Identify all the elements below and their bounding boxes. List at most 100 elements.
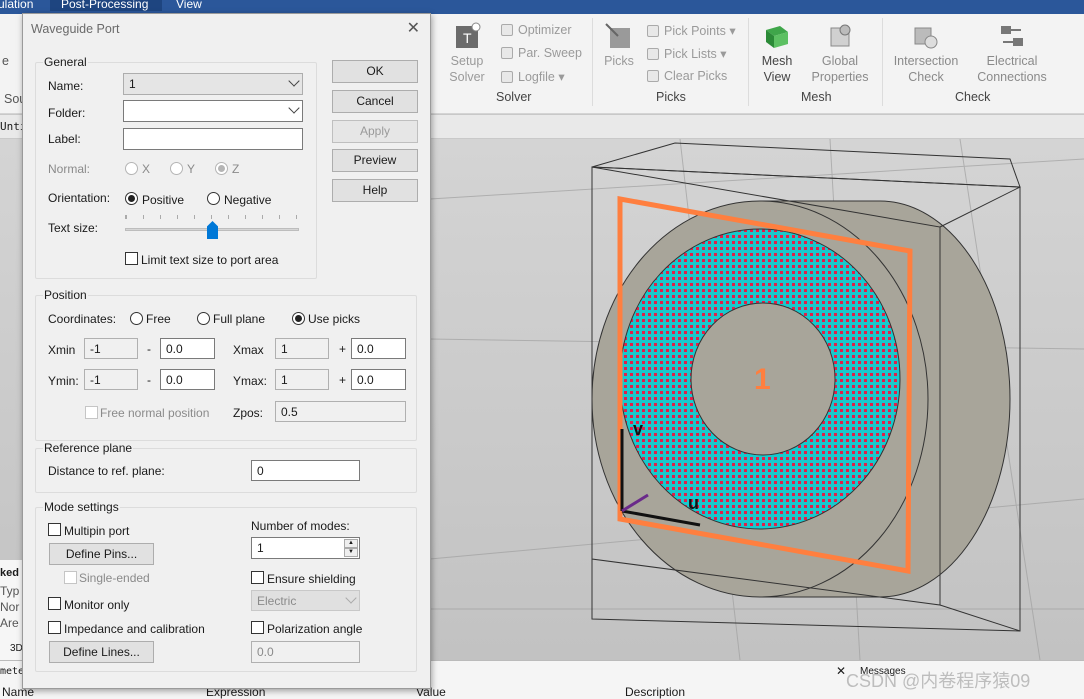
use-picks-label: Use picks <box>308 312 361 326</box>
tab-3d[interactable]: 3D <box>10 643 23 654</box>
define-lines-button[interactable]: Define Lines... <box>49 641 154 663</box>
xmin-label: Xmin <box>48 343 76 357</box>
define-pins-button[interactable]: Define Pins... <box>49 543 154 565</box>
port-number-label: 1 <box>754 363 771 396</box>
multipin-checkbox[interactable] <box>48 523 61 536</box>
minus-sign: - <box>147 373 151 387</box>
par-sweep-icon <box>501 47 513 59</box>
full-plane-radio[interactable] <box>197 312 210 325</box>
picks-icon <box>605 23 630 48</box>
ok-button[interactable]: OK <box>332 60 418 83</box>
label-label: Label: <box>48 132 81 146</box>
pick-points-button[interactable]: Pick Points ▾ <box>647 23 736 38</box>
limit-text-checkbox[interactable] <box>125 252 138 265</box>
close-icon[interactable]: ✕ <box>407 18 420 38</box>
tab-simulation[interactable]: ulation <box>0 0 33 11</box>
normal-y-label: Y <box>187 162 196 176</box>
clear-picks-button[interactable]: Clear Picks <box>647 69 727 83</box>
optimizer-button[interactable]: Optimizer <box>501 23 571 37</box>
xmin-field: -1 <box>84 338 138 359</box>
electrical-connections-button[interactable]: Electrical Connections <box>966 22 1058 85</box>
name-dropdown[interactable]: 1 <box>123 73 303 95</box>
svg-text:T: T <box>463 30 472 46</box>
text-size-slider-thumb[interactable] <box>207 221 218 239</box>
mesh-view-icon <box>766 26 788 48</box>
waveguide-port-dialog: Waveguide Port ✕ General Name: 1 Folder:… <box>22 13 431 689</box>
ymax-label: Ymax: <box>233 374 268 388</box>
normal-x-radio[interactable] <box>125 162 138 175</box>
ribbon-separator <box>592 18 593 106</box>
setup-solver-button[interactable]: T Setup Solver <box>444 22 490 85</box>
impedance-checkbox[interactable] <box>48 621 61 634</box>
xmax-offset-input[interactable]: 0.0 <box>351 338 406 359</box>
positive-radio[interactable] <box>125 192 138 205</box>
close-icon[interactable]: ✕ <box>836 664 846 678</box>
clear-picks-icon <box>647 70 659 82</box>
spin-up-icon[interactable]: ▲ <box>344 539 358 548</box>
single-ended-label: Single-ended <box>79 571 150 585</box>
global-properties-button[interactable]: Global Properties <box>804 22 876 85</box>
axis-v-label: v <box>633 419 644 439</box>
impedance-label: Impedance and calibration <box>64 622 205 636</box>
cancel-button[interactable]: Cancel <box>332 90 418 113</box>
monitor-only-checkbox[interactable] <box>48 597 61 610</box>
picks-group-label: Picks <box>656 90 686 104</box>
position-group: Position Coordinates: Free Full plane Us… <box>35 288 417 441</box>
ymin-field: -1 <box>84 369 138 390</box>
zpos-field: 0.5 <box>275 401 406 422</box>
axis-u-label: u <box>688 493 699 513</box>
intersection-check-icon <box>914 27 938 49</box>
normal-y-radio[interactable] <box>170 162 183 175</box>
zpos-label: Zpos: <box>233 406 264 420</box>
single-ended-checkbox[interactable] <box>64 571 77 584</box>
ymin-offset-input[interactable]: 0.0 <box>160 369 215 390</box>
mesh-view-button[interactable]: Mesh View <box>756 22 798 85</box>
picks-button[interactable]: Picks <box>600 22 638 69</box>
menu-bar: ulation Post-Processing View <box>0 0 1084 14</box>
apply-button[interactable]: Apply <box>332 120 418 143</box>
modes-label: Number of modes: <box>251 519 350 533</box>
plus-sign: + <box>339 342 347 356</box>
ribbon-separator <box>882 18 883 106</box>
tab-view[interactable]: View <box>176 0 202 11</box>
plus-sign: + <box>339 373 347 387</box>
folder-dropdown[interactable] <box>123 100 303 122</box>
polarization-angle-input[interactable]: 0.0 <box>251 641 360 663</box>
tab-post-processing[interactable]: Post-Processing <box>50 0 162 11</box>
spin-down-icon[interactable]: ▼ <box>344 548 358 557</box>
pick-lists-icon <box>647 48 659 60</box>
ymax-offset-input[interactable]: 0.0 <box>351 369 406 390</box>
full-plane-label: Full plane <box>213 312 266 326</box>
mode-settings-group: Mode settings Multipin port Define Pins.… <box>35 500 417 672</box>
shielding-type-dropdown[interactable]: Electric <box>251 590 360 611</box>
use-picks-radio[interactable] <box>292 312 305 325</box>
reference-legend: Reference plane <box>43 441 134 455</box>
limit-text-label: Limit text size to port area <box>141 253 279 267</box>
reference-plane-group: Reference plane Distance to ref. plane: … <box>35 441 417 493</box>
preview-button[interactable]: Preview <box>332 149 418 172</box>
free-normal-checkbox[interactable] <box>85 406 98 419</box>
column-description[interactable]: Description <box>625 685 685 699</box>
xmin-offset-input[interactable]: 0.0 <box>160 338 215 359</box>
free-radio[interactable] <box>130 312 143 325</box>
distance-input[interactable]: 0 <box>251 460 360 481</box>
ensure-shielding-checkbox[interactable] <box>251 571 264 584</box>
label-input[interactable] <box>123 128 303 150</box>
normal-z-radio[interactable] <box>215 162 228 175</box>
logfile-icon <box>501 71 513 83</box>
watermark: CSDN @内卷程序猿09 <box>846 671 1031 691</box>
par-sweep-button[interactable]: Par. Sweep <box>501 46 582 60</box>
dialog-title: Waveguide Port <box>31 22 120 36</box>
polarization-checkbox[interactable] <box>251 621 264 634</box>
ribbon-separator <box>748 18 749 106</box>
intersection-check-button[interactable]: Intersection Check <box>888 22 964 85</box>
logfile-button[interactable]: Logfile ▾ <box>501 69 565 84</box>
help-button[interactable]: Help <box>332 179 418 202</box>
pick-lists-button[interactable]: Pick Lists ▾ <box>647 46 727 61</box>
negative-radio[interactable] <box>207 192 220 205</box>
position-legend: Position <box>43 288 88 302</box>
xmax-field: 1 <box>275 338 329 359</box>
normal-z-label: Z <box>232 162 240 176</box>
modes-spinbox[interactable]: 1 ▲ ▼ <box>251 537 360 559</box>
monitor-only-label: Monitor only <box>64 598 130 612</box>
